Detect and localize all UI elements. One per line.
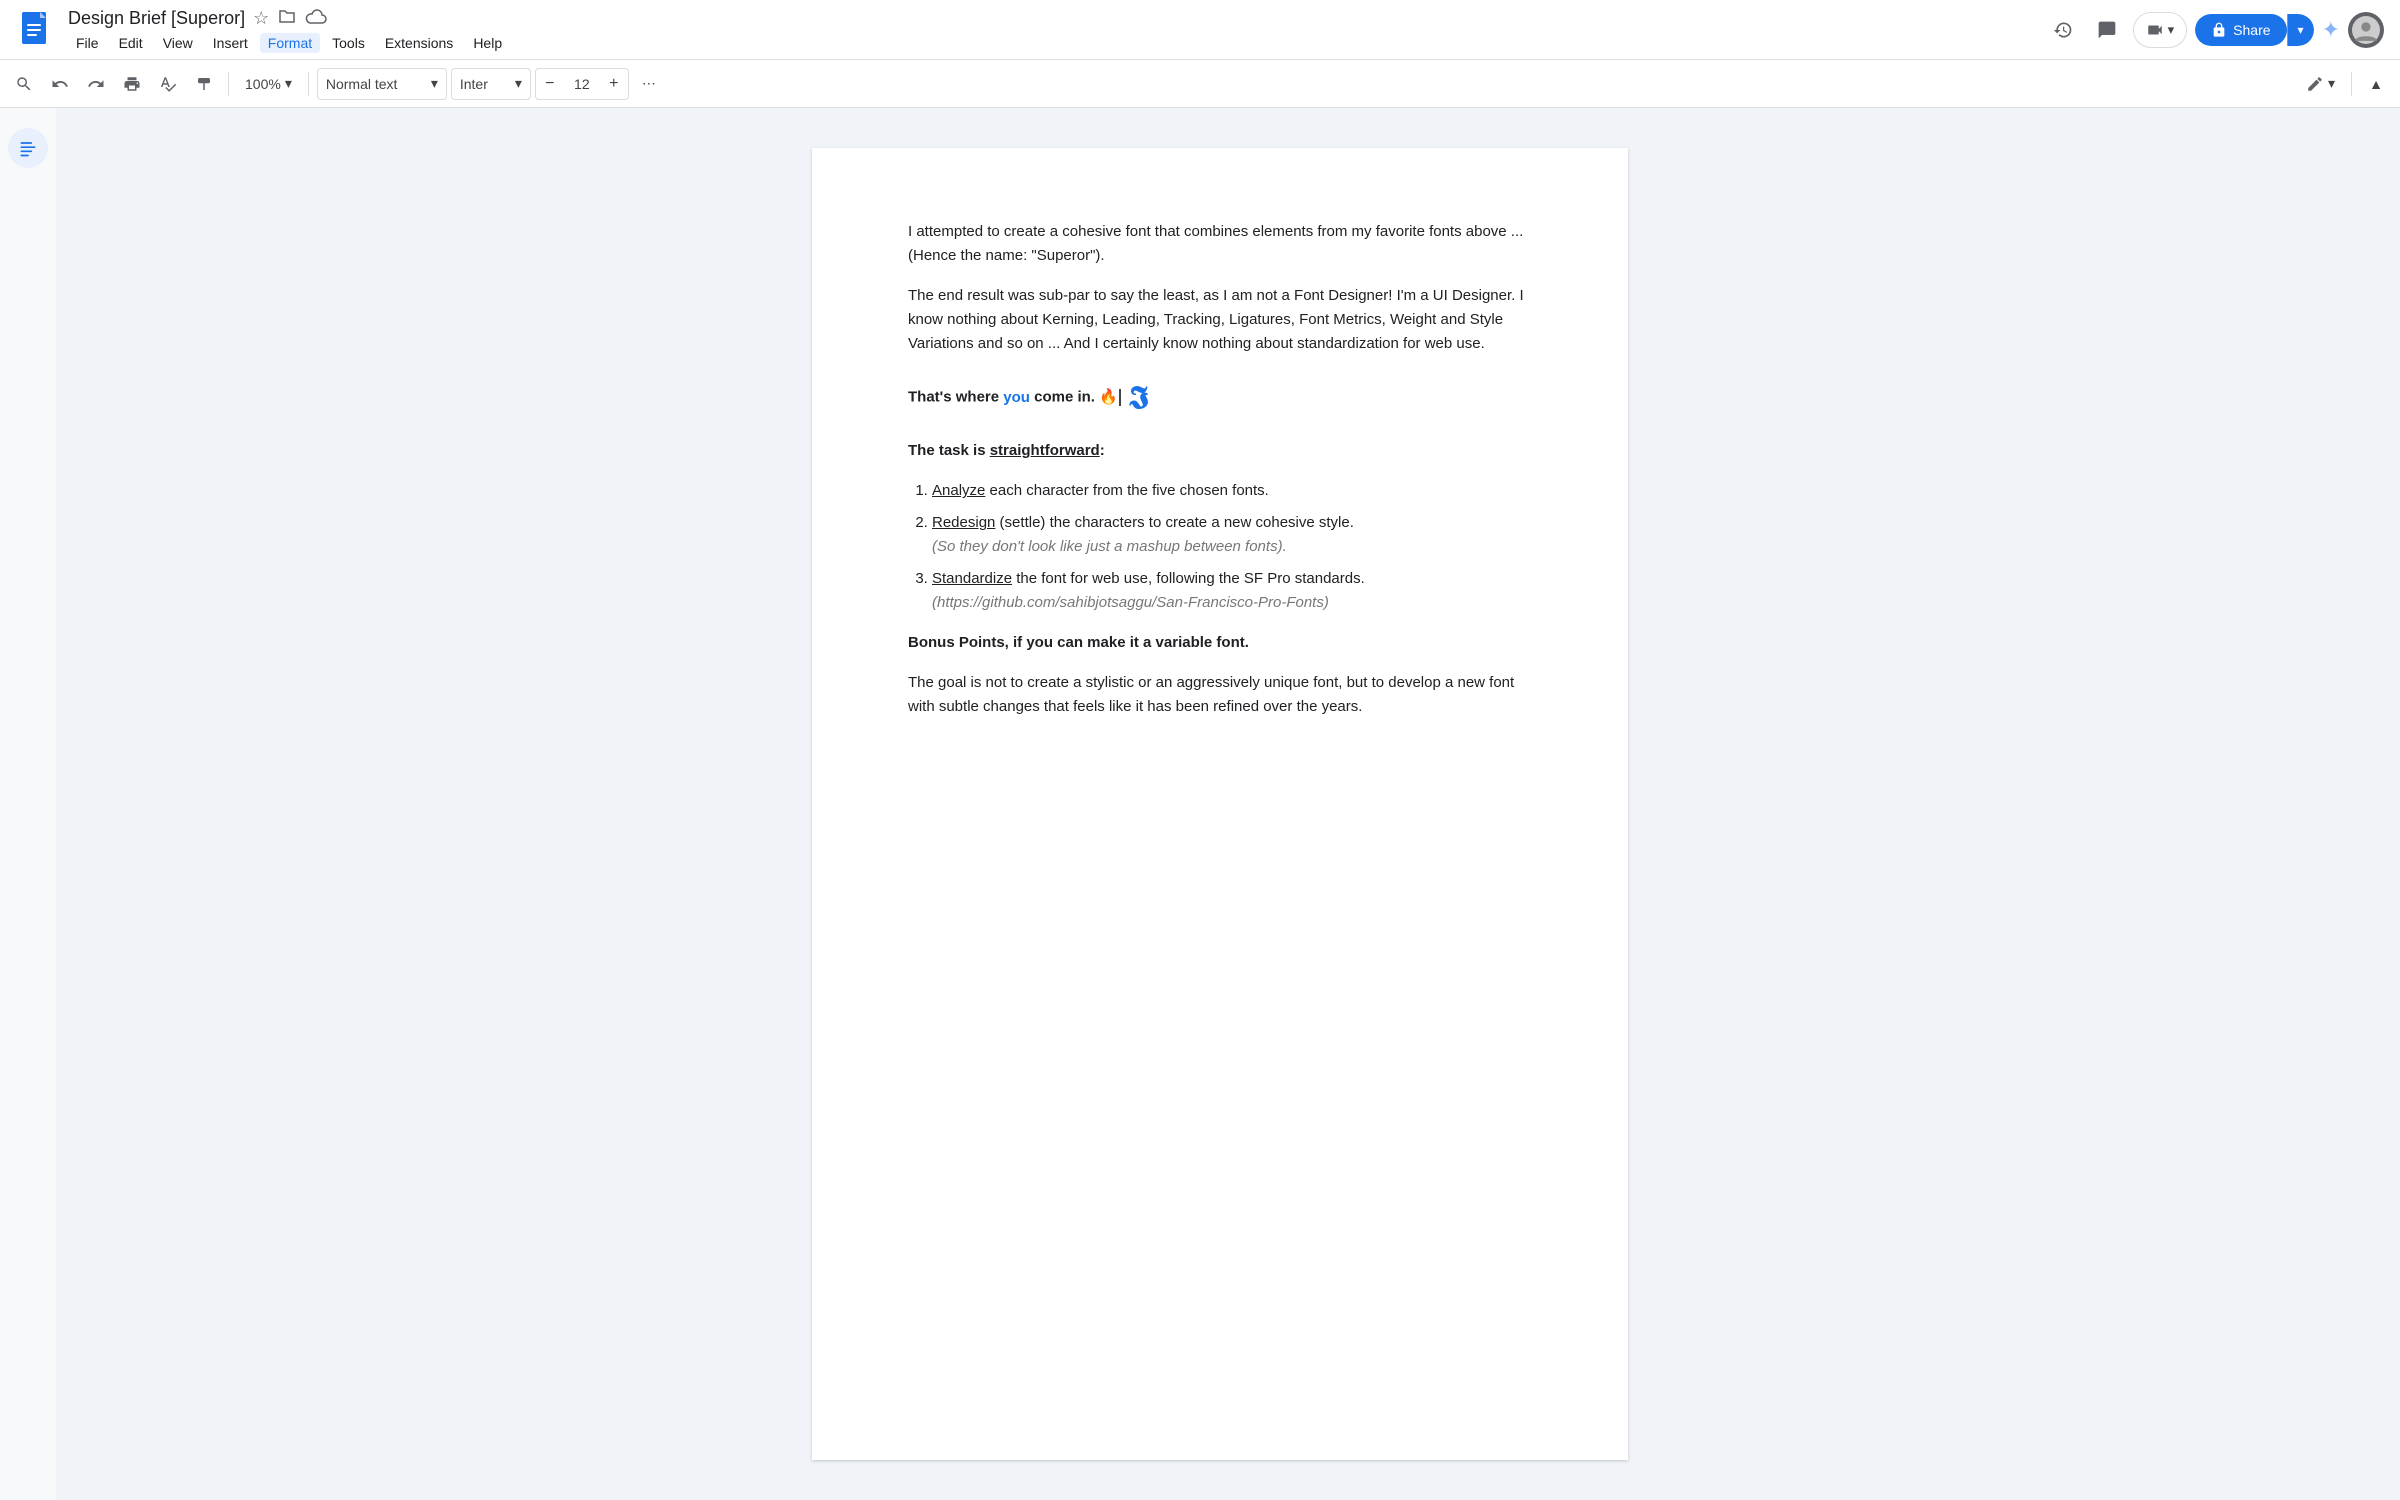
left-sidebar xyxy=(0,108,56,1500)
font-size-input[interactable]: 12 xyxy=(564,76,600,92)
outline-button[interactable] xyxy=(8,128,48,168)
share-caret-button[interactable]: ▾ xyxy=(2287,14,2314,46)
menu-extensions[interactable]: Extensions xyxy=(377,33,461,53)
share-button[interactable]: Share xyxy=(2195,14,2286,46)
share-group: Share ▾ xyxy=(2195,14,2313,46)
page-text: I attempted to create a cohesive font th… xyxy=(908,220,1532,719)
toolbar: 100% ▾ Normal text ▾ Inter ▾ − 12 + ⋯ ▾ … xyxy=(0,60,2400,108)
star-icon[interactable]: ☆ xyxy=(253,8,269,29)
list-item-3-note: (https://github.com/sahibjotsaggu/San-Fr… xyxy=(932,594,1329,611)
avatar[interactable] xyxy=(2348,12,2384,48)
menu-format[interactable]: Format xyxy=(260,33,320,53)
list-item-2-label: Redesign xyxy=(932,514,995,531)
cloud-icon[interactable] xyxy=(305,7,327,30)
divider-1 xyxy=(228,72,229,96)
right-scrollbar xyxy=(2384,108,2400,1500)
menu-view[interactable]: View xyxy=(155,33,201,53)
menu-tools[interactable]: Tools xyxy=(324,33,373,53)
list-item-3-rest: the font for web use, following the SF P… xyxy=(1012,570,1365,587)
bonus-text: Bonus Points, if you can make it a varia… xyxy=(908,634,1249,651)
paragraph-1: I attempted to create a cohesive font th… xyxy=(908,220,1532,268)
docs-icon xyxy=(16,10,56,50)
list-item-3-label: Standardize xyxy=(932,570,1012,587)
zoom-selector[interactable]: 100% ▾ xyxy=(237,68,300,100)
meet-button[interactable]: ▾ xyxy=(2133,12,2188,48)
collapse-icon: ▲ xyxy=(2369,76,2383,92)
comment-button[interactable] xyxy=(2089,12,2125,48)
list-item-3: Standardize the font for web use, follow… xyxy=(932,567,1532,615)
para4-bold-suffix: : xyxy=(1100,442,1105,459)
font-size-increase[interactable]: + xyxy=(600,68,628,100)
zoom-value: 100% xyxy=(245,76,281,92)
redo-button[interactable] xyxy=(80,68,112,100)
folder-icon[interactable] xyxy=(277,6,297,31)
highlight-wrap: you xyxy=(1003,389,1030,406)
menu-insert[interactable]: Insert xyxy=(205,33,256,53)
font-size-decrease[interactable]: − xyxy=(536,68,564,100)
paragraph-5: The goal is not to create a stylistic or… xyxy=(908,671,1532,719)
list-item-2-rest: (settle) the characters to create a new … xyxy=(995,514,1354,531)
document-page: I attempted to create a cohesive font th… xyxy=(812,148,1628,1460)
more-options-icon: ⋯ xyxy=(642,75,656,92)
spell-check-button[interactable] xyxy=(152,68,184,100)
style-label: Normal text xyxy=(326,76,398,92)
divider-2 xyxy=(308,72,309,96)
text-cursor xyxy=(1119,389,1121,406)
task-list: Analyze each character from the five cho… xyxy=(932,479,1532,615)
list-item-1-label: Analyze xyxy=(932,482,985,499)
paragraph-3: That's where you come in. 🔥 𝕴 xyxy=(908,372,1532,423)
doc-title-area: Design Brief [Superor] ☆ File Edit View … xyxy=(68,6,2033,53)
top-bar: Design Brief [Superor] ☆ File Edit View … xyxy=(0,0,2400,60)
list-item-2: Redesign (settle) the characters to crea… xyxy=(932,511,1532,559)
para4-bold-prefix: The task is xyxy=(908,442,990,459)
menu-edit[interactable]: Edit xyxy=(111,33,151,53)
paragraph-2: The end result was sub-par to say the le… xyxy=(908,284,1532,356)
share-label: Share xyxy=(2233,22,2270,38)
menu-bar: File Edit View Insert Format Tools Exten… xyxy=(68,33,2033,53)
top-bar-right: ▾ Share ▾ ✦ xyxy=(2045,12,2384,48)
para4-bold-underline: straightforward xyxy=(990,442,1100,459)
list-item-2-note: (So they don't look like just a mashup b… xyxy=(932,538,1287,555)
text-cursor-blue-icon: 𝕴 xyxy=(1129,372,1149,423)
list-item-1-rest: each character from the five chosen font… xyxy=(985,482,1268,499)
bonus-para: Bonus Points, if you can make it a varia… xyxy=(908,631,1532,655)
collapse-toolbar-button[interactable]: ▲ xyxy=(2360,68,2392,100)
style-selector[interactable]: Normal text ▾ xyxy=(317,68,447,100)
font-size-box: − 12 + xyxy=(535,68,629,100)
toolbar-right: ▾ ▲ xyxy=(2298,68,2392,100)
paint-format-button[interactable] xyxy=(188,68,220,100)
style-dropdown-icon: ▾ xyxy=(431,75,438,92)
edit-mode-button[interactable]: ▾ xyxy=(2298,68,2343,100)
para3-after: come in. 🔥 xyxy=(1030,389,1118,406)
more-options-button[interactable]: ⋯ xyxy=(633,68,665,100)
print-button[interactable] xyxy=(116,68,148,100)
main-content: I attempted to create a cohesive font th… xyxy=(0,108,2400,1500)
para3-before: That's where xyxy=(908,389,1003,406)
you-text: you xyxy=(1003,389,1030,406)
doc-title: Design Brief [Superor] xyxy=(68,8,245,29)
doc-area[interactable]: I attempted to create a cohesive font th… xyxy=(56,108,2384,1500)
list-item-1: Analyze each character from the five cho… xyxy=(932,479,1532,503)
search-button[interactable] xyxy=(8,68,40,100)
divider-3 xyxy=(2351,72,2352,96)
paragraph-4: The task is straightforward: xyxy=(908,439,1532,463)
menu-file[interactable]: File xyxy=(68,33,107,53)
font-selector[interactable]: Inter ▾ xyxy=(451,68,531,100)
menu-help[interactable]: Help xyxy=(465,33,510,53)
zoom-dropdown-icon: ▾ xyxy=(285,75,292,92)
font-label: Inter xyxy=(460,76,488,92)
edit-mode-dropdown-icon: ▾ xyxy=(2328,75,2335,92)
font-dropdown-icon: ▾ xyxy=(515,75,522,92)
undo-button[interactable] xyxy=(44,68,76,100)
gemini-icon[interactable]: ✦ xyxy=(2322,17,2340,43)
history-button[interactable] xyxy=(2045,12,2081,48)
